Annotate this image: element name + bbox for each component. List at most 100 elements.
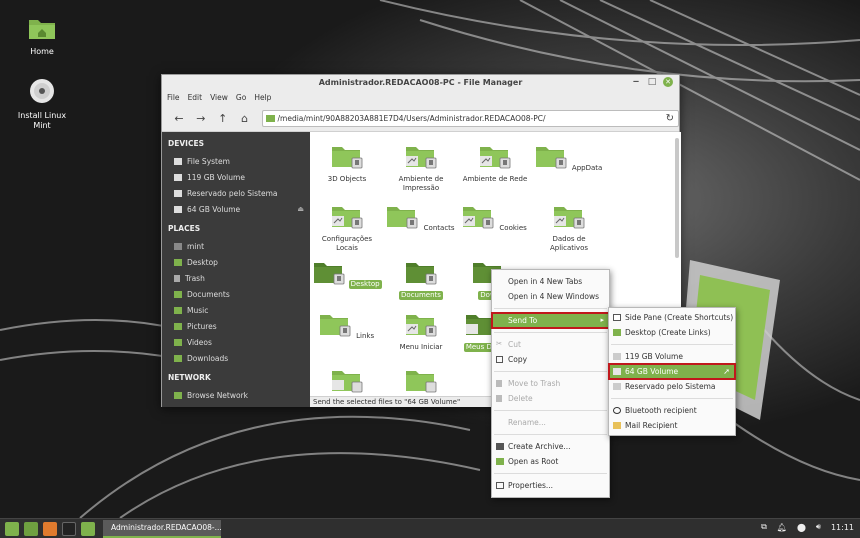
locked-folder-icon	[387, 207, 418, 229]
menu-item-label: Desktop (Create Links)	[625, 328, 711, 337]
firefox-icon[interactable]	[43, 521, 57, 536]
scrollbar[interactable]	[675, 138, 679, 258]
file-item[interactable]: Configurações Locais	[310, 204, 384, 253]
taskbar-window-button[interactable]: Administrador.REDACAO08-...	[103, 519, 222, 538]
file-item[interactable]: Dados de Aplicativos	[532, 204, 606, 253]
sidebar-item-downloads[interactable]: Downloads	[162, 350, 310, 366]
file-item[interactable]: 3D Objects	[310, 144, 384, 184]
menu-open-new-tabs[interactable]: Open in 4 New Tabs	[492, 274, 609, 289]
file-item[interactable]	[384, 368, 458, 396]
menu-rename[interactable]: Rename...	[492, 415, 609, 430]
file-item[interactable]: Links	[310, 312, 384, 341]
sidebar-item-videos[interactable]: Videos	[162, 334, 310, 350]
maximize-icon[interactable]: □	[647, 77, 657, 87]
file-item[interactable]: Cookies	[458, 204, 532, 233]
folder-icon	[174, 306, 182, 314]
menu-go[interactable]: Go	[236, 90, 246, 105]
locked-folder-icon	[319, 315, 351, 337]
menu-create-archive[interactable]: Create Archive...	[492, 439, 609, 454]
side-pane-icon	[613, 314, 621, 321]
menu-item-label: Mail Recipient	[625, 421, 678, 430]
minimize-icon[interactable]: ‒	[631, 77, 641, 87]
file-item[interactable]: Menu Iniciar	[384, 312, 458, 352]
sidebar-item-pictures[interactable]: Pictures	[162, 318, 310, 334]
menu-item-label: Open in 4 New Windows	[508, 292, 600, 301]
sidebar-item-browse-network[interactable]: Browse Network	[162, 387, 310, 403]
file-label: Configurações Locais	[321, 235, 373, 252]
send-to-119gb[interactable]: 119 GB Volume	[609, 349, 735, 364]
menu-move-to-trash[interactable]: Move to Trash	[492, 376, 609, 391]
menu-item-label: Open as Root	[508, 457, 559, 466]
menu-delete[interactable]: Delete	[492, 391, 609, 406]
menu-open-new-windows[interactable]: Open in 4 New Windows	[492, 289, 609, 304]
folder-icon	[613, 329, 621, 336]
send-to-desktop[interactable]: Desktop (Create Links)	[609, 325, 735, 340]
eject-icon[interactable]: ⏏	[297, 205, 304, 213]
volume-icon[interactable]: 🔊︎	[816, 522, 821, 532]
home-icon[interactable]: ⌂	[234, 109, 256, 127]
file-item[interactable]: AppData	[532, 144, 606, 173]
notifications-icon[interactable]: 🔔︎	[777, 523, 787, 532]
sidebar-item-filesystem[interactable]: File System	[162, 153, 310, 169]
send-to-mail[interactable]: Mail Recipient	[609, 418, 735, 433]
file-item-selected[interactable]: Documents	[384, 260, 458, 300]
sidebar-item-label: Downloads	[187, 353, 229, 363]
menu-help[interactable]: Help	[254, 90, 271, 105]
file-item[interactable]: Contacts	[384, 204, 458, 233]
sidebar-item-mint[interactable]: mint	[162, 238, 310, 254]
desktop-install-mint[interactable]: Install Linux Mint	[10, 78, 74, 131]
system-tray: ⧉ 🔔︎ ⬤ 🔊︎ 11:11	[761, 522, 854, 532]
menu-open-as-root[interactable]: Open as Root	[492, 454, 609, 469]
up-arrow-icon[interactable]: ↑	[212, 109, 234, 127]
menu-separator	[494, 332, 607, 333]
menu-file[interactable]: File	[167, 90, 180, 105]
sidebar-item-label: Trash	[185, 273, 205, 283]
mint-menu-icon[interactable]	[5, 521, 19, 536]
sidebar-item-trash[interactable]: Trash	[162, 270, 310, 286]
sidebar-item-64gb[interactable]: 64 GB Volume ⏏	[162, 201, 310, 217]
file-item[interactable]: Ambiente de Rede	[458, 144, 532, 184]
menu-properties[interactable]: Properties...	[492, 478, 609, 493]
folder-icon	[174, 258, 182, 266]
locked-folder-icon	[535, 147, 567, 169]
back-arrow-icon[interactable]: ←	[168, 109, 190, 127]
clock[interactable]: 11:11	[831, 523, 854, 532]
sidebar-item-label: 119 GB Volume	[187, 172, 245, 182]
drive-icon	[265, 114, 275, 122]
locked-folder-icon	[406, 263, 437, 285]
forward-arrow-icon[interactable]: →	[190, 109, 212, 127]
network-tray-icon[interactable]: ⧉	[761, 522, 767, 532]
files-icon[interactable]	[81, 521, 95, 536]
menu-edit[interactable]: Edit	[188, 90, 203, 105]
sidebar-item-music[interactable]: Music	[162, 302, 310, 318]
send-to-reservado[interactable]: Reservado pelo Sistema	[609, 379, 735, 394]
window-titlebar[interactable]: Administrador.REDACAO08-PC - File Manage…	[162, 75, 679, 90]
menu-copy[interactable]: Copy	[492, 352, 609, 367]
close-icon[interactable]: ✕	[663, 77, 673, 87]
reload-icon[interactable]: ↻	[666, 113, 674, 124]
menu-send-to[interactable]: Send To ▸	[491, 312, 610, 329]
send-to-bluetooth[interactable]: Bluetooth recipient	[609, 403, 735, 418]
submenu-arrow-icon: ▸	[600, 316, 604, 324]
sidebar-item-reservado[interactable]: Reservado pelo Sistema	[162, 185, 310, 201]
update-icon[interactable]: ⬤	[797, 523, 806, 532]
send-to-64gb[interactable]: 64 GB Volume ➚	[608, 363, 736, 380]
terminal-icon[interactable]	[62, 521, 76, 536]
file-item[interactable]	[310, 368, 384, 396]
menu-cut[interactable]: ✂ Cut	[492, 337, 609, 352]
show-desktop-icon[interactable]	[24, 521, 38, 536]
menu-view[interactable]: View	[210, 90, 228, 105]
file-item[interactable]: Ambiente de Impressão	[384, 144, 458, 193]
file-item-selected[interactable]: Desktop	[310, 260, 384, 289]
copy-icon	[496, 356, 503, 363]
location-bar[interactable]: /media/mint/90A88203A881E7D4/Users/Admin…	[261, 109, 680, 127]
send-to-side-pane[interactable]: Side Pane (Create Shortcuts)	[609, 310, 735, 325]
menu-item-label: Delete	[508, 394, 533, 403]
home-folder-icon	[29, 20, 55, 39]
drive-icon	[174, 205, 182, 213]
sidebar-item-desktop[interactable]: Desktop	[162, 254, 310, 270]
sidebar-item-documents[interactable]: Documents	[162, 286, 310, 302]
desktop-home[interactable]: Home	[10, 16, 74, 57]
folder-icon	[174, 338, 182, 346]
sidebar-item-119gb[interactable]: 119 GB Volume	[162, 169, 310, 185]
